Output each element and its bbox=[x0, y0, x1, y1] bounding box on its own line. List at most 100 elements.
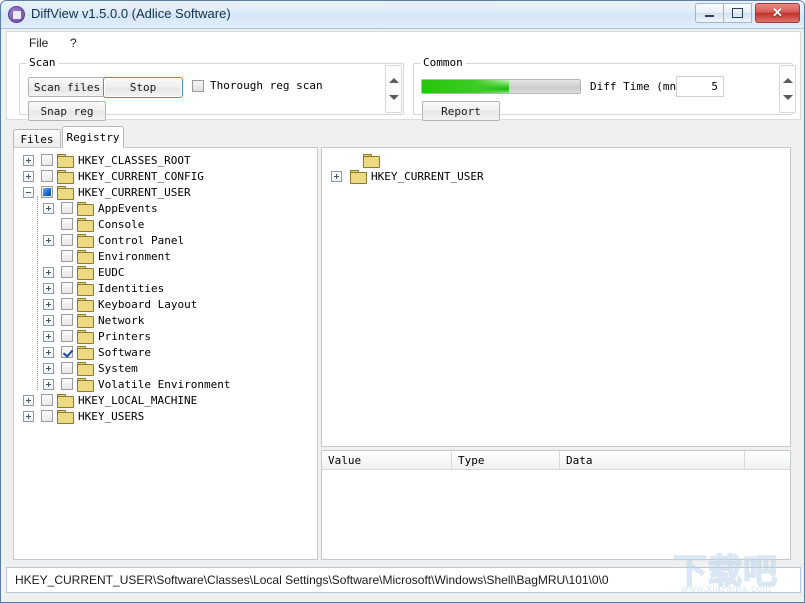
diff-time-input[interactable]: 5 bbox=[676, 76, 724, 97]
folder-icon bbox=[77, 314, 94, 328]
minimize-button[interactable] bbox=[695, 3, 724, 23]
expand-toggle-icon[interactable] bbox=[43, 202, 54, 214]
expand-toggle-icon[interactable] bbox=[43, 234, 54, 246]
tree-item-checkbox[interactable] bbox=[61, 282, 73, 294]
folder-icon bbox=[57, 154, 74, 168]
tree-item-label: HKEY_USERS bbox=[78, 409, 145, 423]
tree-item[interactable]: Control Panel bbox=[14, 232, 317, 248]
tree-item-checkbox[interactable] bbox=[41, 186, 53, 198]
tree-item-checkbox[interactable] bbox=[61, 314, 73, 326]
tree-item-checkbox[interactable] bbox=[61, 298, 73, 310]
expand-toggle-icon[interactable] bbox=[43, 330, 54, 342]
folder-icon bbox=[363, 154, 380, 168]
tree-item[interactable]: Identities bbox=[14, 280, 317, 296]
tree-item-checkbox[interactable] bbox=[61, 330, 73, 342]
tab-files[interactable]: Files bbox=[13, 129, 61, 148]
close-button[interactable]: ✕ bbox=[755, 3, 800, 23]
tree-item-label: System bbox=[98, 361, 138, 375]
tree-item-checkbox[interactable] bbox=[61, 346, 73, 358]
scan-group-scrollbar[interactable] bbox=[385, 65, 402, 113]
title-bar: DiffView v1.5.0.0 (Adlice Software) ✕ bbox=[1, 1, 804, 29]
tree-item-checkbox[interactable] bbox=[41, 170, 53, 182]
tree-item-checkbox[interactable] bbox=[61, 378, 73, 390]
scroll-up-icon[interactable] bbox=[389, 78, 399, 83]
expand-toggle-icon[interactable] bbox=[43, 314, 54, 326]
collapse-toggle-icon[interactable] bbox=[23, 186, 34, 198]
tab-registry[interactable]: Registry bbox=[62, 126, 124, 148]
snap-reg-button[interactable]: Snap reg bbox=[28, 101, 106, 121]
common-group-scrollbar[interactable] bbox=[779, 65, 796, 113]
tree-item-checkbox[interactable] bbox=[41, 410, 53, 422]
tree-item-label: EUDC bbox=[98, 265, 125, 279]
scan-progress-fill bbox=[422, 80, 509, 93]
expand-toggle-icon[interactable] bbox=[23, 394, 34, 406]
stop-button[interactable]: Stop bbox=[103, 77, 183, 98]
expand-toggle-icon[interactable] bbox=[43, 362, 54, 374]
expand-toggle-icon[interactable] bbox=[331, 170, 342, 182]
tree-item[interactable]: System bbox=[14, 360, 317, 376]
column-header-extra[interactable] bbox=[745, 451, 790, 470]
tree-item-label: Control Panel bbox=[98, 233, 185, 247]
tree-item[interactable]: HKEY_USERS bbox=[14, 408, 317, 424]
tree-item[interactable]: Printers bbox=[14, 328, 317, 344]
toolbar-panel: Scan Scan files Snap reg Stop Thorough r… bbox=[6, 53, 801, 121]
column-header-value[interactable]: Value bbox=[322, 451, 452, 470]
folder-icon bbox=[57, 170, 74, 184]
scan-files-button[interactable]: Scan files bbox=[28, 77, 106, 97]
tree-item[interactable]: HKEY_CURRENT_CONFIG bbox=[14, 168, 317, 184]
column-header-type[interactable]: Type bbox=[452, 451, 560, 470]
tree-item[interactable]: Volatile Environment bbox=[14, 376, 317, 392]
tree-item[interactable]: HKEY_CURRENT_USER bbox=[330, 168, 484, 184]
tree-item-checkbox[interactable] bbox=[61, 266, 73, 278]
folder-icon bbox=[77, 266, 94, 280]
expand-toggle-icon[interactable] bbox=[43, 266, 54, 278]
tree-item-checkbox[interactable] bbox=[41, 154, 53, 166]
tree-item[interactable]: Software bbox=[14, 344, 317, 360]
tree-item[interactable]: HKEY_CURRENT_USER bbox=[14, 184, 317, 200]
tree-item[interactable]: Network bbox=[14, 312, 317, 328]
thorough-reg-scan-checkbox[interactable]: Thorough reg scan bbox=[192, 79, 323, 92]
tree-item[interactable]: HKEY_CLASSES_ROOT bbox=[14, 152, 317, 168]
expand-toggle-icon[interactable] bbox=[23, 154, 34, 166]
tree-item[interactable]: EUDC bbox=[14, 264, 317, 280]
maximize-button[interactable] bbox=[723, 3, 752, 23]
common-group: Common Diff Time (mn) 5 Report bbox=[413, 56, 793, 121]
tree-item[interactable]: Environment bbox=[14, 248, 317, 264]
report-button[interactable]: Report bbox=[422, 101, 500, 121]
folder-icon bbox=[350, 170, 367, 184]
menu-item-file[interactable]: File bbox=[24, 35, 53, 51]
folder-icon bbox=[77, 282, 94, 296]
registry-values-list[interactable]: Value Type Data bbox=[321, 450, 791, 560]
registry-tree-panel[interactable]: HKEY_CLASSES_ROOT HKEY_CURRENT_CONFIG HKEY… bbox=[13, 147, 318, 560]
expand-toggle-icon[interactable] bbox=[43, 378, 54, 390]
window-title: DiffView v1.5.0.0 (Adlice Software) bbox=[31, 6, 231, 21]
tree-item[interactable]: HKEY_LOCAL_MACHINE bbox=[14, 392, 317, 408]
menu-item-help[interactable]: ? bbox=[65, 35, 82, 51]
scroll-down-icon[interactable] bbox=[783, 95, 793, 100]
tree-item[interactable]: Keyboard Layout bbox=[14, 296, 317, 312]
scroll-down-icon[interactable] bbox=[389, 95, 399, 100]
folder-icon bbox=[77, 202, 94, 216]
tree-item-label: HKEY_CURRENT_USER bbox=[78, 185, 191, 199]
tree-item[interactable]: Console bbox=[14, 216, 317, 232]
tree-item-checkbox[interactable] bbox=[61, 202, 73, 214]
snapshot-tree-panel[interactable]: HKEY_CURRENT_USER bbox=[321, 147, 791, 447]
expand-toggle-icon[interactable] bbox=[43, 282, 54, 294]
tree-item-checkbox[interactable] bbox=[61, 234, 73, 246]
tree-item-checkbox[interactable] bbox=[61, 218, 73, 230]
list-header: Value Type Data bbox=[322, 451, 790, 470]
scroll-up-icon[interactable] bbox=[783, 78, 793, 83]
expand-toggle-icon[interactable] bbox=[23, 410, 34, 422]
expand-toggle-icon[interactable] bbox=[23, 170, 34, 182]
expand-toggle-icon[interactable] bbox=[43, 298, 54, 310]
tree-item-checkbox[interactable] bbox=[61, 250, 73, 262]
expand-toggle-icon[interactable] bbox=[43, 346, 54, 358]
column-header-data[interactable]: Data bbox=[560, 451, 745, 470]
tree-item-checkbox[interactable] bbox=[41, 394, 53, 406]
tree-item[interactable]: AppEvents bbox=[14, 200, 317, 216]
tree-item-checkbox[interactable] bbox=[61, 362, 73, 374]
tree-item[interactable] bbox=[330, 152, 484, 168]
